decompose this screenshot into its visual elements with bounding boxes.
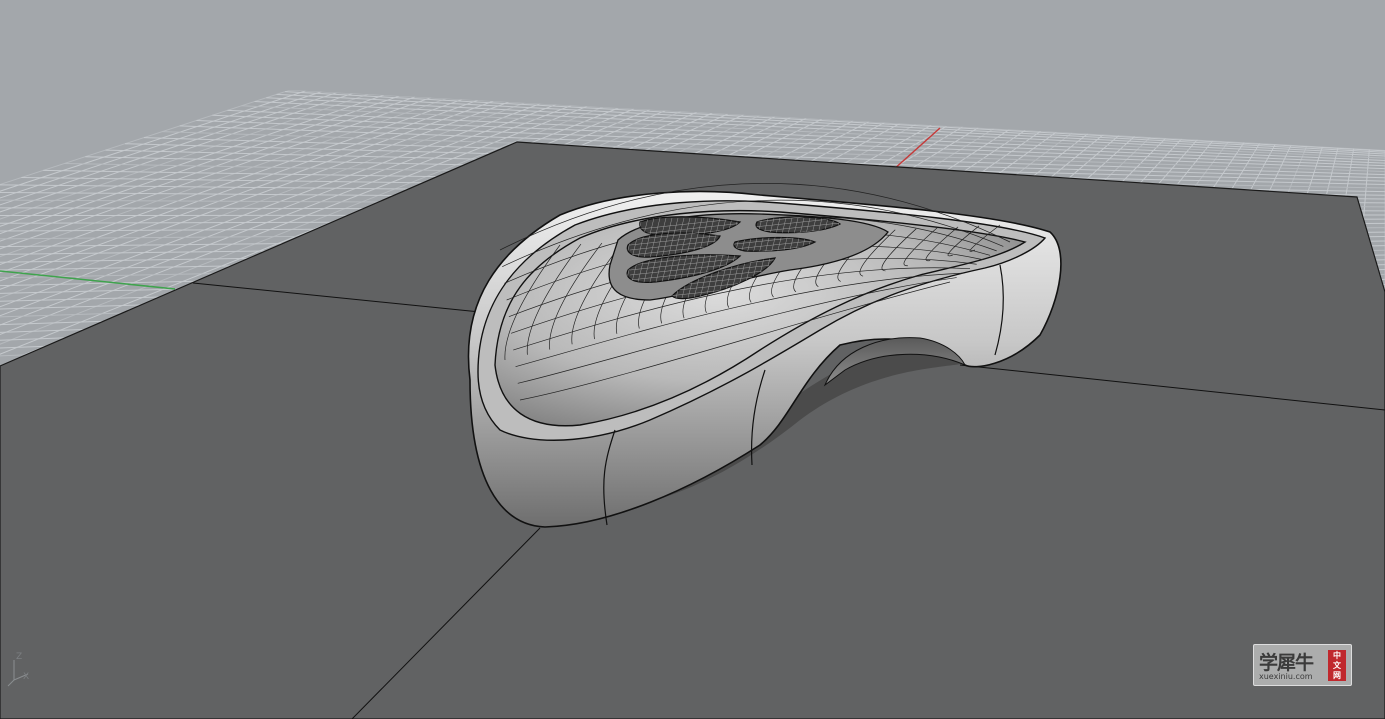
watermark-stamp-char: 文 <box>1333 660 1341 670</box>
watermark-url: xuexiniu.com <box>1259 672 1313 681</box>
grid-line <box>284 91 1385 152</box>
grid-line <box>266 97 1385 155</box>
axis-x-label: X <box>23 672 30 682</box>
watermark-stamp: 中 文 网 <box>1328 650 1346 681</box>
viewport-scene[interactable] <box>0 0 1385 719</box>
watermark-stamp-char: 中 <box>1333 650 1341 660</box>
axis-z-label: Z <box>16 652 23 662</box>
axis-widget-lines <box>7 660 29 687</box>
grid-line <box>276 93 1385 153</box>
perspective-viewport[interactable]: Z X 学犀牛 xuexiniu.com 中 文 网 <box>0 0 1385 719</box>
axis-orientation-widget: Z X <box>4 648 44 688</box>
watermark-logo: 学犀牛 xuexiniu.com 中 文 网 <box>1253 644 1352 686</box>
watermark-title: 学犀牛 <box>1259 652 1314 674</box>
watermark-stamp-char: 网 <box>1333 670 1341 680</box>
